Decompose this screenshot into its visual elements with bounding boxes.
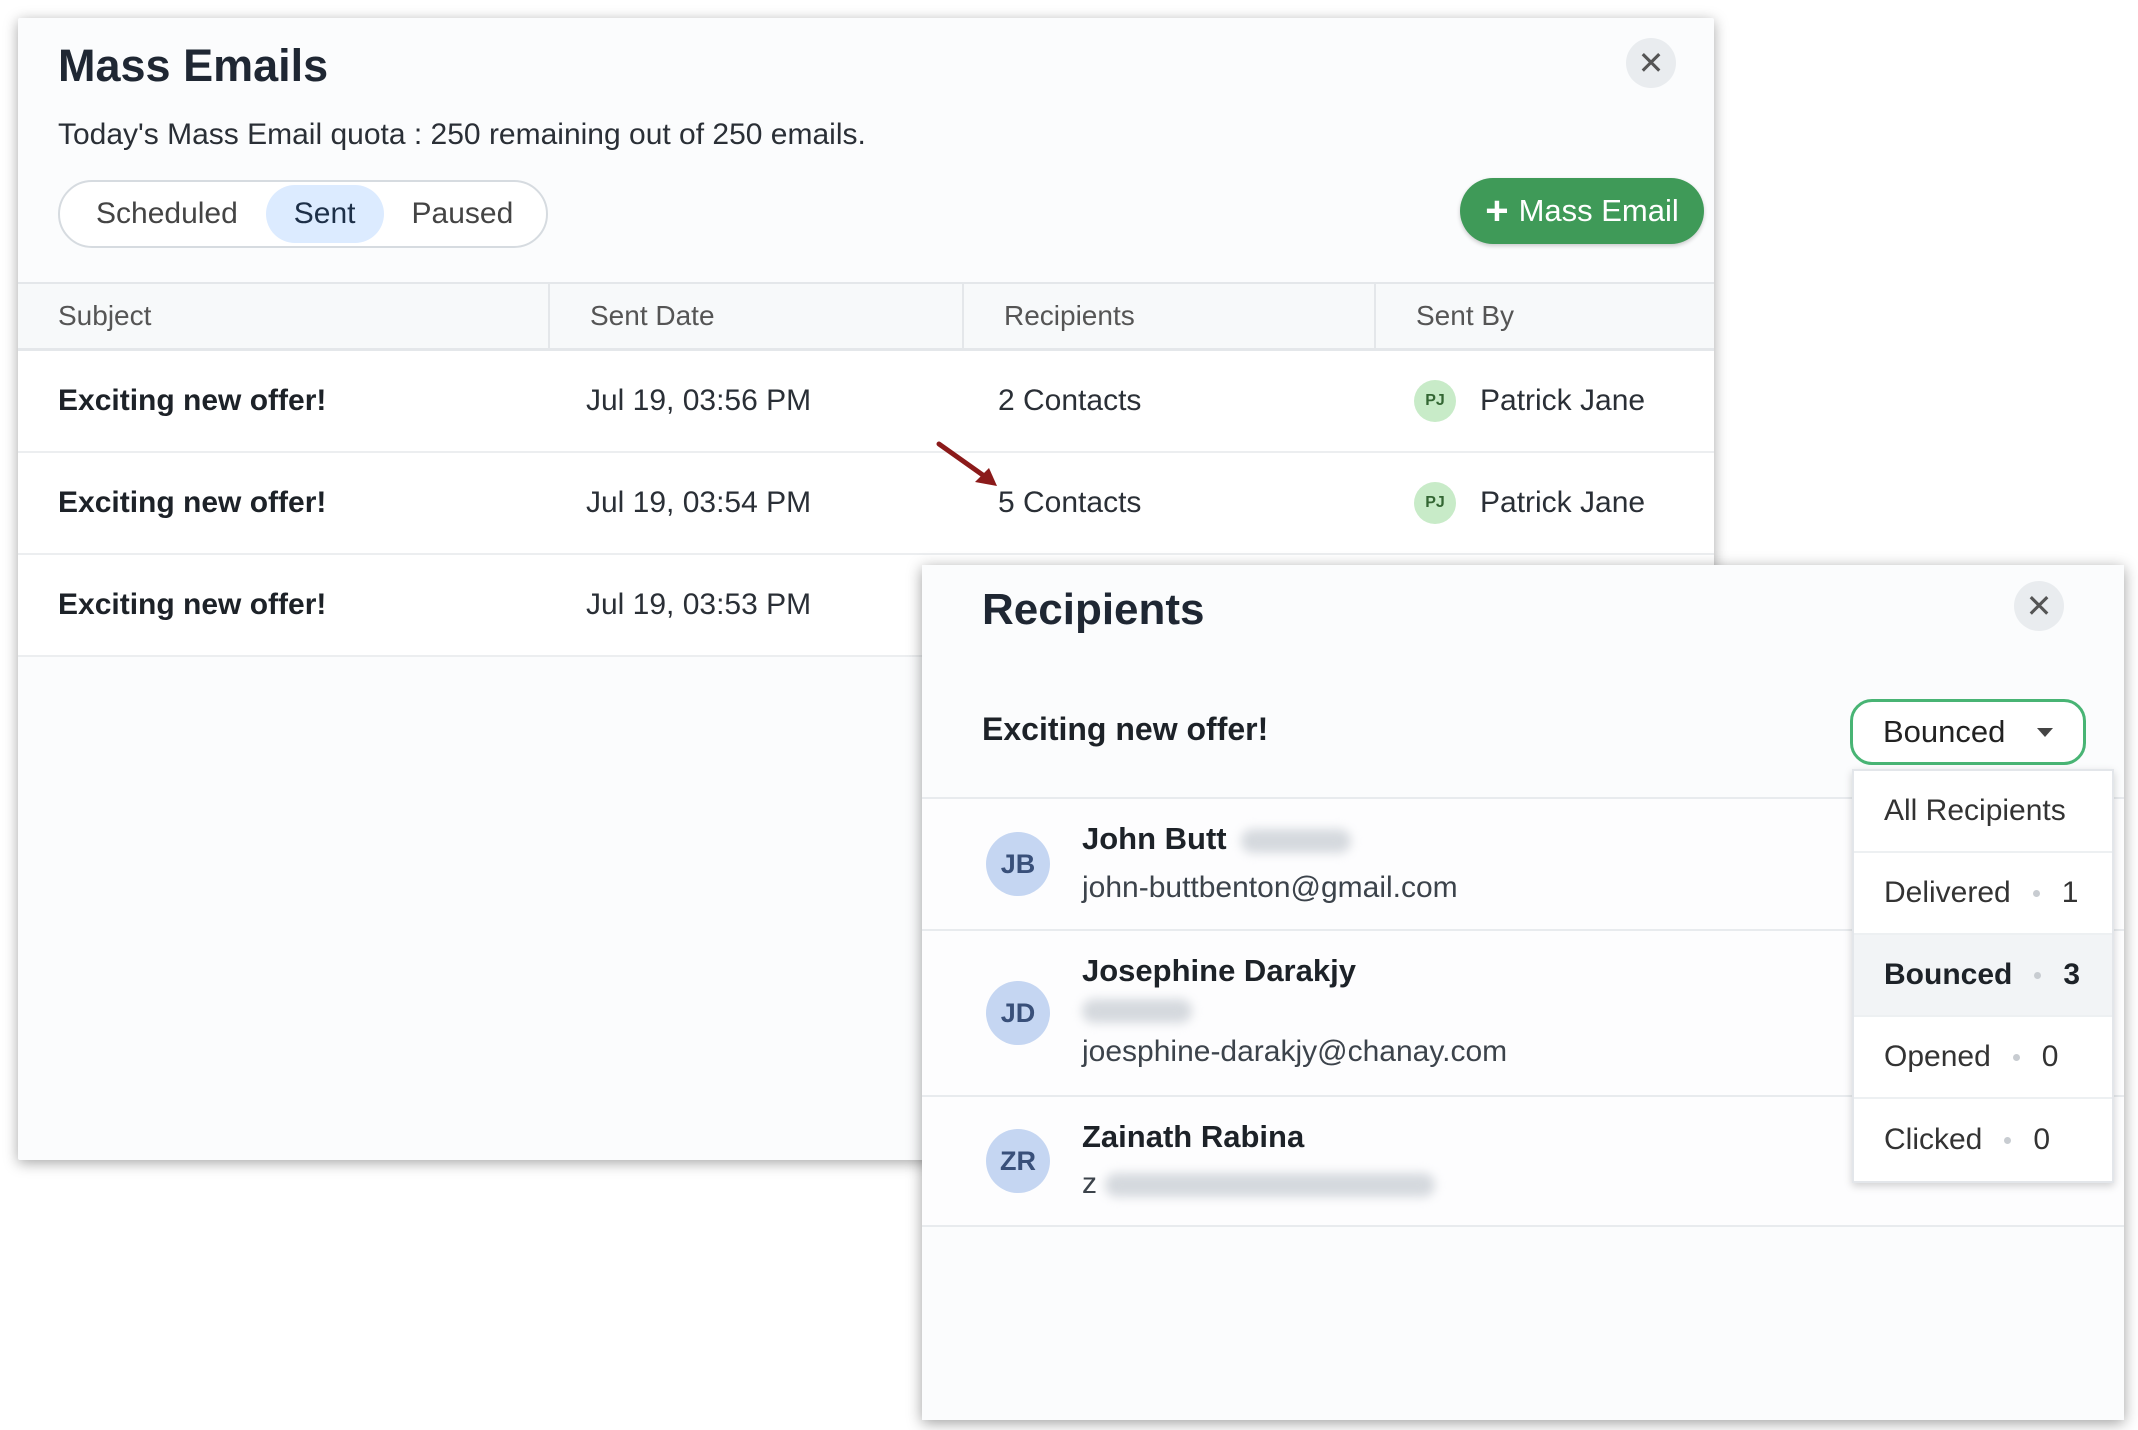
avatar: JB	[986, 832, 1050, 896]
recipients-title: Recipients	[982, 585, 1205, 634]
column-header-sent-by[interactable]: Sent By	[1374, 284, 1714, 348]
row-sent-date: Jul 19, 03:54 PM	[586, 486, 812, 519]
separator-dot	[2032, 889, 2040, 897]
tab-sent[interactable]: Sent	[265, 185, 384, 243]
row-sent-date: Jul 19, 03:56 PM	[586, 384, 812, 417]
filter-option-label: All Recipients	[1884, 794, 2066, 827]
avatar: JD	[986, 981, 1050, 1045]
redacted-email	[1105, 1173, 1436, 1198]
plus-icon: +	[1485, 189, 1509, 233]
column-header-subject[interactable]: Subject	[18, 284, 548, 348]
filter-option-label: Delivered	[1884, 876, 2011, 909]
tab-paused[interactable]: Paused	[384, 185, 542, 243]
separator-dot	[2012, 1053, 2020, 1061]
filter-option-count: 0	[2033, 1123, 2051, 1156]
annotation-arrow-icon	[936, 441, 997, 486]
quota-text: Today's Mass Email quota : 250 remaining…	[58, 118, 866, 151]
filter-dropdown-menu: All Recipients Delivered 1 Bounced 3 Ope…	[1852, 769, 2114, 1183]
close-recipients-button[interactable]: ✕	[2014, 581, 2064, 631]
recipient-name: John Butt	[1082, 821, 1352, 857]
recipient-name: Zainath Rabina	[1082, 1119, 1305, 1154]
close-icon: ✕	[1637, 45, 1665, 81]
recipient-filter-dropdown[interactable]: Bounced	[1850, 699, 2086, 765]
email-subject: Exciting new offer!	[982, 711, 1269, 747]
filter-option-delivered[interactable]: Delivered 1	[1854, 853, 2112, 935]
caret-down-icon	[2037, 727, 2053, 737]
recipient-email-prefix: z	[1082, 1167, 1097, 1200]
separator-dot	[2034, 971, 2042, 979]
recipient-email: john-buttbenton@gmail.com	[1082, 871, 1458, 904]
table-header: Subject Sent Date Recipients Sent By	[18, 282, 1714, 351]
filter-option-all-recipients[interactable]: All Recipients	[1854, 771, 2112, 853]
row-subject[interactable]: Exciting new offer!	[58, 453, 326, 553]
filter-option-count: 1	[2061, 876, 2079, 909]
sender-name: Patrick Jane	[1480, 486, 1646, 519]
avatar: ZR	[986, 1129, 1050, 1193]
recipient-name: Josephine Darakjy	[1082, 953, 1356, 988]
filter-option-clicked[interactable]: Clicked 0	[1854, 1099, 2112, 1181]
close-icon: ✕	[2025, 588, 2053, 624]
row-subject[interactable]: Exciting new offer!	[58, 555, 326, 655]
add-mass-email-button[interactable]: + Mass Email	[1460, 178, 1704, 244]
row-sent-date: Jul 19, 03:53 PM	[586, 588, 812, 621]
row-recipients-link[interactable]: 2 Contacts	[998, 351, 1141, 451]
sender-name: Patrick Jane	[1480, 384, 1646, 417]
row-sent-by: PJ Patrick Jane	[1414, 453, 1645, 553]
page-title: Mass Emails	[58, 40, 329, 91]
table-row[interactable]: Exciting new offer! Jul 19, 03:56 PM 2 C…	[18, 351, 1714, 453]
column-header-recipients[interactable]: Recipients	[962, 284, 1374, 348]
table-row[interactable]: Exciting new offer! Jul 19, 03:54 PM 5 C…	[18, 453, 1714, 555]
filter-option-count: 0	[2041, 1040, 2059, 1073]
separator-dot	[2004, 1136, 2012, 1144]
avatar: PJ	[1414, 380, 1456, 422]
filter-selected-label: Bounced	[1883, 714, 2006, 749]
add-mass-email-label: Mass Email	[1518, 193, 1679, 228]
status-tabs: Scheduled Sent Paused	[58, 180, 548, 248]
filter-option-label: Opened	[1884, 1040, 1991, 1073]
row-subject[interactable]: Exciting new offer!	[58, 351, 326, 451]
recipient-email: z	[1082, 1167, 1436, 1201]
filter-option-bounced[interactable]: Bounced 3	[1854, 935, 2112, 1017]
avatar: PJ	[1414, 482, 1456, 524]
recipient-name-text: John Butt	[1082, 821, 1227, 856]
row-sent-by: PJ Patrick Jane	[1414, 351, 1645, 451]
redacted-tag	[1241, 828, 1352, 853]
redacted-tag	[1082, 999, 1192, 1028]
filter-option-label: Bounced	[1884, 958, 2013, 991]
tab-scheduled[interactable]: Scheduled	[68, 185, 266, 243]
row-recipients-link[interactable]: 5 Contacts	[998, 453, 1141, 553]
close-mass-emails-button[interactable]: ✕	[1626, 38, 1676, 88]
recipient-email: joesphine-darakjy@chanay.com	[1082, 1035, 1508, 1068]
column-header-sent-date[interactable]: Sent Date	[548, 284, 962, 348]
filter-option-label: Clicked	[1884, 1123, 1983, 1156]
filter-option-count: 3	[2063, 958, 2081, 991]
recipients-panel: Recipients ✕ Exciting new offer! Bounced…	[922, 565, 2124, 1420]
filter-option-opened[interactable]: Opened 0	[1854, 1017, 2112, 1099]
